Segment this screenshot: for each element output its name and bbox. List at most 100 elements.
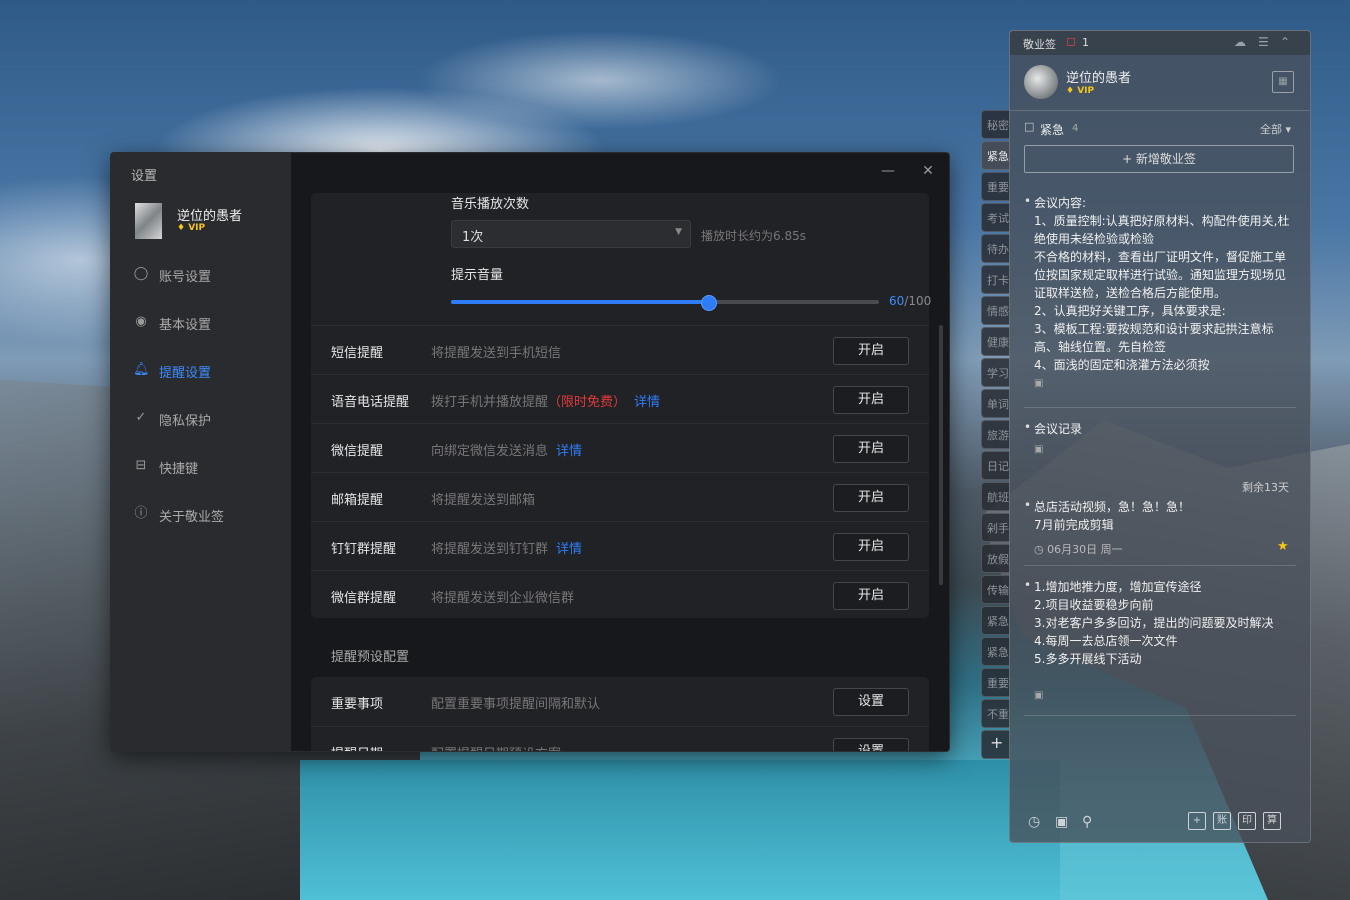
category-tab[interactable]: 情感	[981, 296, 1010, 325]
configure-button[interactable]: 设置	[833, 688, 909, 716]
add-note-button[interactable]: + 新增敬业签	[1024, 145, 1294, 173]
category-tab[interactable]: 剁手	[981, 513, 1010, 542]
star-icon[interactable]: ★	[1277, 539, 1289, 554]
bullet-icon: •	[1024, 578, 1032, 592]
divider	[1010, 110, 1310, 111]
enable-button[interactable]: 开启	[833, 533, 909, 561]
note-user-name: 逆位的愚者	[1066, 71, 1132, 86]
volume-slider[interactable]	[451, 295, 879, 311]
preset-row-important: 重要事项 配置重要事项提醒间隔和默认 设置	[311, 677, 929, 726]
scrollbar[interactable]	[939, 325, 943, 585]
category-tab[interactable]: 重要	[981, 668, 1010, 697]
nav-item-basic[interactable]: ◉ 基本设置	[133, 313, 283, 333]
category-tab[interactable]: 健康	[981, 327, 1010, 356]
bell-icon: 🔔︎	[133, 362, 150, 377]
calendar-icon[interactable]: ▦	[1272, 71, 1294, 93]
nav-label: 基本设置	[159, 318, 212, 333]
category-tab-label: 日记	[987, 460, 1009, 473]
row-desc: 拨打手机并播放提醒（限时免费） 详情	[431, 391, 660, 410]
cloud-sync-icon[interactable]: ☁	[1234, 35, 1246, 49]
category-tab[interactable]: 单词	[981, 389, 1010, 418]
filter-dropdown[interactable]: 全部 ▾	[1260, 121, 1291, 137]
category-tab[interactable]: 打卡	[981, 265, 1010, 294]
nav-item-about[interactable]: ⓘ 关于敬业签	[133, 505, 283, 525]
preset-section-title: 提醒预设配置	[331, 650, 410, 665]
row-desc: 配置重要事项提醒间隔和默认	[431, 697, 601, 712]
settings-content: 音乐播放次数 1次 ▼ 播放时长约为6.85s 提示音量 60/100 短信提醒…	[291, 153, 949, 751]
ledger-icon[interactable]: 账	[1213, 812, 1231, 830]
menu-icon[interactable]: ☰	[1258, 35, 1269, 49]
settings-icon: ◉	[135, 314, 147, 329]
category-tab[interactable]: 重要	[981, 172, 1010, 201]
category-tab-label: 打卡	[987, 274, 1009, 287]
row-name: 短信提醒	[331, 346, 384, 361]
category-tab[interactable]: 紧急	[981, 606, 1010, 635]
row-desc: 将提醒发送到企业微信群	[431, 591, 575, 606]
category-tab[interactable]: 紧急	[981, 141, 1010, 170]
select-value: 1次	[462, 230, 484, 245]
category-tab-label: 不重要	[987, 708, 1010, 721]
category-tab-label: 传输	[987, 584, 1009, 597]
category-tab[interactable]: 不重要	[981, 699, 1010, 728]
category-tab-label: 旅游	[987, 429, 1009, 442]
enable-button[interactable]: 开启	[833, 435, 909, 463]
user-icon: ◯	[133, 266, 149, 281]
nav-item-reminder[interactable]: 🔔︎ 提醒设置	[133, 361, 283, 381]
enable-button[interactable]: 开启	[833, 582, 909, 610]
category-tab[interactable]: 紧急	[981, 637, 1010, 666]
vip-label: VIP	[1077, 86, 1095, 96]
chevron-down-icon: ▼	[675, 227, 682, 237]
nav-item-privacy[interactable]: ✓ 隐私保护	[133, 409, 283, 429]
configure-button[interactable]: 设置	[833, 738, 909, 751]
note-avatar[interactable]	[1024, 65, 1058, 99]
add-category-button[interactable]: +	[981, 730, 1010, 759]
print-icon[interactable]: 印	[1238, 812, 1256, 830]
row-desc: 将提醒发送到手机短信	[431, 346, 562, 361]
note-item[interactable]: • 1.增加地推力度，增加宣传途径 2.项目收益要稳步向前 3.对老客户多多回访…	[1024, 578, 1296, 708]
note-item[interactable]: • 会议记录 ▣	[1024, 420, 1296, 460]
nav-label: 隐私保护	[159, 414, 212, 429]
category-tab[interactable]: 考试	[981, 203, 1010, 232]
archive-icon[interactable]: ▣	[1055, 814, 1068, 830]
divider	[1024, 407, 1296, 408]
category-tab-label: 单词	[987, 398, 1009, 411]
bell-count: 1	[1082, 36, 1089, 49]
volume-knob[interactable]	[700, 295, 717, 311]
search-icon[interactable]: ⚲	[1082, 814, 1092, 830]
calculator-icon[interactable]: 算	[1263, 812, 1281, 830]
category-tab[interactable]: 旅游	[981, 420, 1010, 449]
enable-button[interactable]: 开启	[833, 386, 909, 414]
note-date: ◷ 06月30日 周一	[1034, 543, 1123, 556]
category-tab[interactable]: 航班	[981, 482, 1010, 511]
category-tab[interactable]: 学习	[981, 358, 1010, 387]
reminder-row-sms: 短信提醒 将提醒发送到手机短信 开启	[311, 325, 929, 375]
preset-card: 重要事项 配置重要事项提醒间隔和默认 设置 提醒日期 配置提醒日期预设方案 设置	[311, 677, 929, 751]
category-tab[interactable]: 秘密	[981, 110, 1010, 139]
bullet-icon: •	[1024, 194, 1032, 208]
user-profile[interactable]: 逆位的愚者 ♦ VIP	[135, 203, 285, 239]
category-tab[interactable]: 放假	[981, 544, 1010, 573]
music-repeat-select[interactable]: 1次 ▼	[451, 220, 691, 248]
bell-icon[interactable]: ◻	[1066, 34, 1076, 48]
nav-item-shortcut[interactable]: ⊟ 快捷键	[133, 457, 283, 477]
clock-icon[interactable]: ◷	[1028, 814, 1040, 830]
details-link[interactable]: 详情	[634, 395, 660, 410]
category-tab[interactable]: 待办	[981, 234, 1010, 263]
collapse-icon[interactable]: ⌃	[1280, 35, 1290, 49]
enable-button[interactable]: 开启	[833, 337, 909, 365]
category-tab[interactable]: 传输	[981, 575, 1010, 604]
note-item[interactable]: • 会议内容: 1、质量控制:认真把好原材料、构配件使用关,杜绝使用未经检验或检…	[1024, 194, 1296, 389]
details-link[interactable]: 详情	[556, 542, 582, 557]
add-icon[interactable]: +	[1188, 812, 1206, 830]
row-desc: 将提醒发送到钉钉群 详情	[431, 538, 582, 557]
row-name: 提醒日期	[331, 743, 383, 751]
category-tab-label: 待办	[987, 243, 1009, 256]
volume-number: 60	[889, 294, 905, 308]
nav-item-account[interactable]: ◯ 账号设置	[133, 265, 283, 285]
settings-sidebar: 设置 逆位的愚者 ♦ VIP ◯ 账号设置 ◉ 基本设置 🔔︎ 提醒设置 ✓ 隐…	[111, 153, 291, 751]
enable-button[interactable]: 开启	[833, 484, 909, 512]
note-item[interactable]: • 总店活动视频，急！急！急！ 7月前完成剪辑	[1024, 498, 1296, 538]
details-link[interactable]: 详情	[556, 444, 582, 459]
row-name: 重要事项	[331, 697, 384, 712]
category-tab[interactable]: 日记	[981, 451, 1010, 480]
